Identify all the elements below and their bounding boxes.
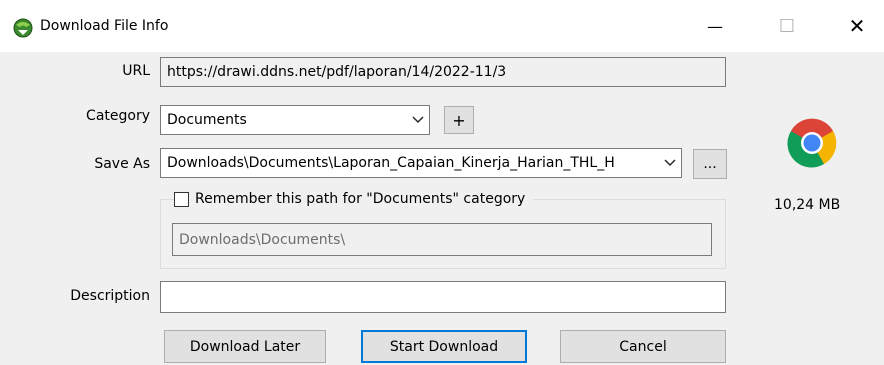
close-icon: ✕ bbox=[848, 14, 866, 38]
url-label: URL bbox=[122, 63, 150, 79]
save-as-value: Downloads\Documents\Laporan_Capaian_Kine… bbox=[167, 155, 615, 171]
cancel-button[interactable]: Cancel bbox=[560, 330, 726, 363]
checkbox-box[interactable] bbox=[174, 191, 189, 207]
maximize-icon: ☐ bbox=[778, 15, 796, 37]
remember-path-label: Remember this path for "Documents" categ… bbox=[195, 191, 526, 207]
cancel-label: Cancel bbox=[619, 338, 667, 355]
category-select[interactable]: Documents bbox=[160, 105, 430, 135]
remembered-path-value: Downloads\Documents\ bbox=[179, 231, 346, 248]
save-as-combo[interactable]: Downloads\Documents\Laporan_Capaian_Kine… bbox=[160, 148, 682, 178]
url-value: https://drawi.ddns.net/pdf/laporan/14/20… bbox=[167, 64, 507, 80]
minimize-icon: — bbox=[707, 16, 723, 36]
chrome-icon bbox=[787, 118, 837, 168]
browse-dots-icon: ... bbox=[703, 156, 717, 172]
url-field[interactable]: https://drawi.ddns.net/pdf/laporan/14/20… bbox=[160, 57, 726, 87]
download-later-label: Download Later bbox=[189, 338, 301, 355]
chevron-down-icon bbox=[659, 149, 681, 177]
window-title: Download File Info bbox=[40, 18, 169, 34]
add-category-button[interactable]: + bbox=[444, 106, 474, 134]
category-label: Category bbox=[86, 108, 150, 124]
chevron-down-icon bbox=[407, 106, 429, 134]
browse-button[interactable]: ... bbox=[693, 149, 727, 179]
description-label: Description bbox=[70, 288, 150, 304]
remembered-path-field: Downloads\Documents\ bbox=[172, 223, 712, 256]
save-as-label: Save As bbox=[94, 156, 150, 172]
minimize-button[interactable]: — bbox=[680, 0, 750, 52]
plus-icon: + bbox=[452, 110, 466, 130]
download-file-info-dialog: Download File Info — ☐ ✕ URL https://dra… bbox=[0, 0, 884, 365]
title-bar: Download File Info — ☐ ✕ bbox=[0, 0, 884, 52]
maximize-button[interactable]: ☐ bbox=[752, 0, 822, 52]
description-input[interactable] bbox=[160, 281, 726, 313]
idm-app-icon bbox=[13, 18, 33, 38]
close-button[interactable]: ✕ bbox=[822, 0, 884, 52]
start-download-button[interactable]: Start Download bbox=[361, 330, 527, 363]
remember-path-checkbox[interactable]: Remember this path for "Documents" categ… bbox=[174, 191, 534, 207]
file-size: 10,24 MB bbox=[774, 197, 841, 213]
category-value: Documents bbox=[167, 112, 247, 128]
download-later-button[interactable]: Download Later bbox=[164, 330, 326, 363]
start-download-label: Start Download bbox=[389, 338, 499, 355]
